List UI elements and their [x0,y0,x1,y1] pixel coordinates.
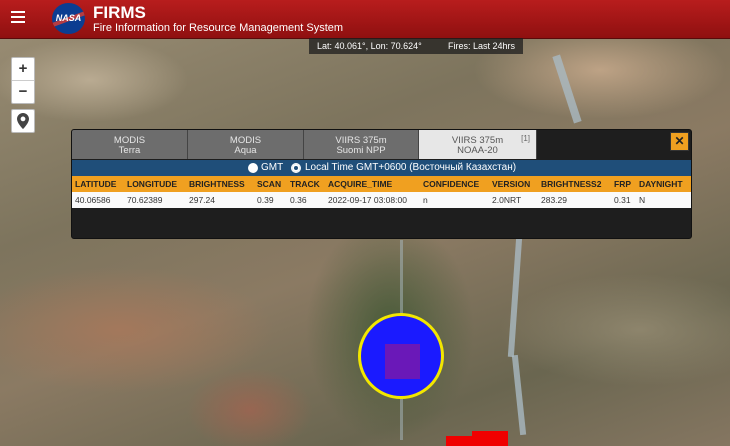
map-info-bar: Lat: 40.061°, Lon: 70.624° Fires: Last 2… [309,38,523,54]
cell-brightness: 297.24 [189,195,215,205]
col-frp: FRP [614,179,631,189]
fire-info-panel: MODIS Terra MODIS Aqua VIIRS 375m Suomi NPP… [71,129,692,239]
gmt-label: GMT [261,162,284,173]
col-brightness2: BRIGHTNESS2 [541,179,602,189]
table-header: LATITUDE LONGITUDE BRIGHTNESS SCAN TRACK… [72,176,691,192]
fire-pixel-marker[interactable] [385,344,420,379]
app-subtitle: Fire Information for Resource Management… [93,22,344,34]
gmt-radio[interactable] [248,163,258,173]
fire-pixel-marker[interactable] [472,431,508,446]
local-time-label: Local Time GMT+0600 (Восточный Казахстан… [305,162,517,173]
col-daynight: DAYNIGHT [639,179,683,189]
cell-version: 2.0NRT [492,195,522,205]
col-longitude: LONGITUDE [127,179,178,189]
col-version: VERSION [492,179,531,189]
map-pin-icon [17,113,29,129]
fires-range-label[interactable]: Fires: Last 24hrs [448,38,515,54]
river [507,236,523,358]
locate-button[interactable] [11,109,35,133]
top-header: NASA FIRMS Fire Information for Resource… [0,0,730,39]
local-time-radio[interactable] [291,163,301,173]
zoom-in-button[interactable]: + [12,58,34,80]
col-brightness: BRIGHTNESS [189,179,245,189]
col-latitude: LATITUDE [75,179,117,189]
col-acquire-time: ACQUIRE_TIME [328,179,393,189]
zoom-controls: + − [11,57,35,104]
tab-viirs-noaa-20[interactable]: VIIRS 375m NOAA-20 [1] [419,130,537,159]
col-confidence: CONFIDENCE [423,179,480,189]
tab-modis-aqua[interactable]: MODIS Aqua [188,130,304,159]
cell-brightness2: 283.29 [541,195,567,205]
tab-viirs-suomi-npp[interactable]: VIIRS 375m Suomi NPP [304,130,419,159]
col-scan: SCAN [257,179,282,189]
cell-frp: 0.31 [614,195,631,205]
cell-longitude: 70.62389 [127,195,163,205]
cell-track: 0.36 [290,195,307,205]
table-row[interactable]: 40.06586 70.62389 297.24 0.39 0.36 2022-… [72,192,691,208]
tab-modis-terra[interactable]: MODIS Terra [72,130,188,159]
app-title: FIRMS [93,3,146,22]
zoom-out-button[interactable]: − [12,80,34,103]
cell-daynight: N [639,195,646,205]
river [511,354,527,436]
cell-scan: 0.39 [257,195,274,205]
cell-acquire-time: 2022-09-17 03:08:00 [328,195,407,205]
coordinates-readout: Lat: 40.061°, Lon: 70.624° [317,41,422,51]
timezone-selector: GMT Local Time GMT+0600 (Восточный Казах… [72,160,691,176]
menu-icon[interactable] [11,11,25,25]
tab-result-count: [1] [521,134,530,143]
col-track: TRACK [290,179,320,189]
satellite-tabs: MODIS Terra MODIS Aqua VIIRS 375m Suomi NPP… [72,130,691,160]
river [552,54,582,124]
nasa-logo[interactable]: NASA [52,3,85,34]
cell-latitude: 40.06586 [75,195,111,205]
close-panel-button[interactable]: ✕ [670,132,689,151]
cell-confidence: n [423,195,428,205]
